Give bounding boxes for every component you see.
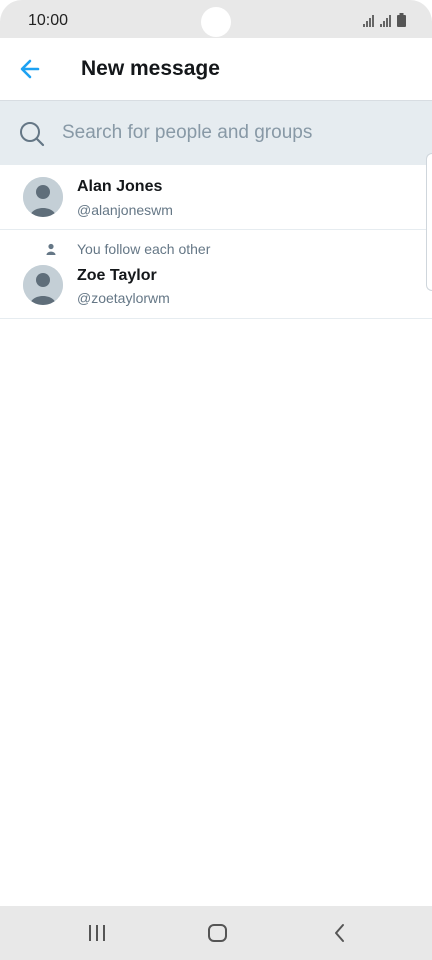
header: New message bbox=[0, 38, 432, 101]
signal-icon bbox=[363, 15, 374, 27]
status-icons bbox=[363, 13, 406, 27]
status-bar: 10:00 bbox=[0, 0, 432, 38]
follow-status: You follow each other bbox=[77, 241, 211, 257]
battery-icon bbox=[397, 13, 406, 27]
back-icon bbox=[335, 924, 344, 942]
camera-cutout bbox=[201, 7, 231, 37]
user-handle: @alanjoneswm bbox=[77, 202, 173, 218]
arrow-left-icon bbox=[20, 59, 40, 79]
user-name: Zoe Taylor bbox=[77, 267, 157, 284]
user-handle: @zoetaylorwm bbox=[77, 290, 170, 306]
back-button[interactable] bbox=[16, 56, 48, 82]
search-bar bbox=[0, 101, 432, 165]
user-result-row[interactable]: Alan Jones @alanjoneswm bbox=[0, 166, 432, 230]
default-avatar-icon bbox=[23, 177, 63, 217]
user-result-row[interactable]: You follow each other Zoe Taylor @zoetay… bbox=[0, 230, 432, 319]
recents-icon bbox=[89, 925, 105, 941]
edge-panel-handle[interactable] bbox=[426, 153, 432, 291]
search-input[interactable] bbox=[62, 101, 412, 165]
page-title: New message bbox=[81, 57, 220, 80]
avatar bbox=[23, 265, 63, 305]
default-avatar-icon bbox=[23, 265, 63, 305]
status-time: 10:00 bbox=[28, 12, 69, 29]
navigation-bar bbox=[0, 906, 432, 960]
recents-button[interactable] bbox=[84, 920, 112, 946]
person-icon bbox=[46, 243, 56, 255]
user-name: Alan Jones bbox=[77, 178, 163, 195]
avatar bbox=[23, 177, 63, 217]
back-nav-button[interactable] bbox=[326, 920, 354, 946]
search-icon bbox=[20, 122, 45, 147]
signal-icon bbox=[380, 15, 391, 27]
home-icon bbox=[208, 924, 227, 942]
home-button[interactable] bbox=[204, 920, 232, 946]
